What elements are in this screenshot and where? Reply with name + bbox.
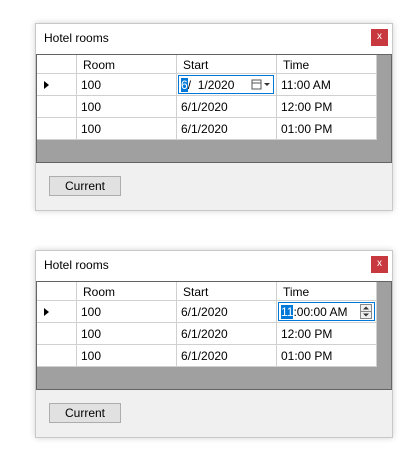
cell-room[interactable]: 100 bbox=[77, 323, 177, 345]
column-header-room[interactable]: Room bbox=[77, 55, 177, 74]
cell-room[interactable]: 100 bbox=[77, 74, 177, 96]
current-row-arrow-icon bbox=[44, 308, 49, 316]
cell-room[interactable]: 100 bbox=[77, 345, 177, 367]
cell-start[interactable]: 6/1/2020 bbox=[177, 118, 277, 140]
cell-time[interactable]: 12:00 PM bbox=[277, 323, 377, 345]
cell-start[interactable]: 6/1/2020 bbox=[177, 96, 277, 118]
time-picker-editor[interactable]: 11:00:00 AM bbox=[278, 302, 375, 321]
row-header-corner bbox=[37, 282, 77, 301]
hotel-rooms-window: Hotel rooms x Room Start Time 100 6/ 1/2… bbox=[35, 23, 393, 211]
selected-hour[interactable]: 11 bbox=[281, 305, 294, 319]
row-header[interactable] bbox=[37, 301, 77, 323]
column-header-room[interactable]: Room bbox=[77, 282, 177, 301]
row-header[interactable] bbox=[37, 345, 77, 367]
title-bar: Hotel rooms x bbox=[36, 24, 392, 54]
close-button[interactable]: x bbox=[371, 29, 388, 46]
rooms-grid: Room Start Time 100 6/ 1/2020 11:00 AM 1… bbox=[36, 54, 392, 163]
column-header-start[interactable]: Start bbox=[177, 55, 277, 74]
column-header-time[interactable]: Time bbox=[277, 55, 377, 74]
row-header[interactable] bbox=[37, 96, 77, 118]
cell-time-editing[interactable]: 11:00:00 AM bbox=[277, 301, 377, 323]
calendar-dropdown-icon[interactable] bbox=[251, 79, 271, 90]
title-bar: Hotel rooms x bbox=[36, 251, 392, 281]
cell-room[interactable]: 100 bbox=[77, 118, 177, 140]
row-header[interactable] bbox=[37, 323, 77, 345]
cell-time[interactable]: 01:00 PM bbox=[277, 345, 377, 367]
column-header-start[interactable]: Start bbox=[177, 282, 277, 301]
cell-start-editing[interactable]: 6/ 1/2020 bbox=[177, 74, 277, 96]
selected-month[interactable]: 6 bbox=[181, 78, 188, 92]
current-row-arrow-icon bbox=[44, 81, 49, 89]
window-title: Hotel rooms bbox=[44, 258, 109, 272]
cell-start[interactable]: 6/1/2020 bbox=[177, 345, 277, 367]
close-button[interactable]: x bbox=[371, 256, 388, 273]
hotel-rooms-window: Hotel rooms x Room Start Time 100 6/1/20… bbox=[35, 250, 393, 438]
row-header-corner bbox=[37, 55, 77, 74]
spin-updown-icon[interactable] bbox=[360, 304, 372, 319]
date-picker-editor[interactable]: 6/ 1/2020 bbox=[178, 75, 274, 94]
current-button[interactable]: Current bbox=[49, 176, 121, 196]
window-title: Hotel rooms bbox=[44, 31, 109, 45]
cell-room[interactable]: 100 bbox=[77, 96, 177, 118]
column-header-time[interactable]: Time bbox=[277, 282, 377, 301]
cell-room[interactable]: 100 bbox=[77, 301, 177, 323]
cell-time[interactable]: 01:00 PM bbox=[277, 118, 377, 140]
cell-start[interactable]: 6/1/2020 bbox=[177, 323, 277, 345]
row-header[interactable] bbox=[37, 74, 77, 96]
cell-time[interactable]: 11:00 AM bbox=[277, 74, 377, 96]
cell-start[interactable]: 6/1/2020 bbox=[177, 301, 277, 323]
rooms-grid: Room Start Time 100 6/1/2020 11:00:00 AM… bbox=[36, 281, 392, 390]
row-header[interactable] bbox=[37, 118, 77, 140]
current-button[interactable]: Current bbox=[49, 403, 121, 423]
cell-time[interactable]: 12:00 PM bbox=[277, 96, 377, 118]
